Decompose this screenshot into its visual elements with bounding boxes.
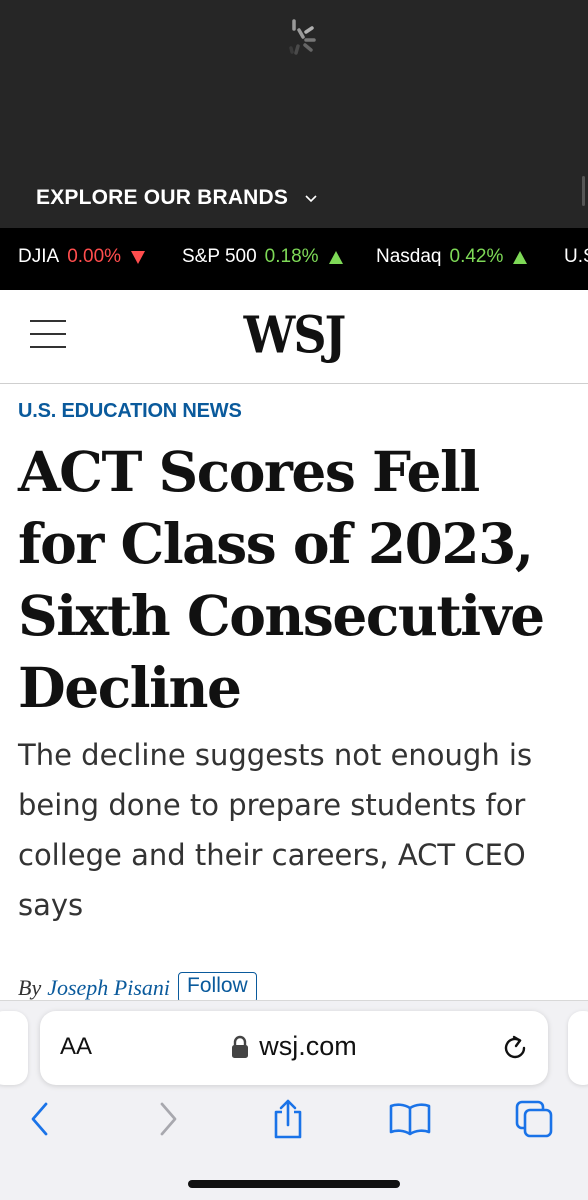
ticker-item-djia[interactable]: DJIA 0.00% [18, 246, 146, 268]
ticker-name: Nasdaq [376, 246, 442, 267]
chevron-down-icon [305, 195, 317, 203]
forward-button[interactable] [146, 1097, 190, 1141]
ticker-name: U.S [564, 246, 588, 267]
chevron-left-icon [31, 1102, 48, 1136]
ticker-item-us[interactable]: U.S [564, 246, 588, 268]
tabs-button[interactable] [512, 1097, 556, 1141]
explore-brands-label: EXPLORE OUR BRANDS [36, 186, 289, 209]
book-icon [389, 1103, 431, 1136]
brand-banner: EXPLORE OUR BRANDS [0, 0, 588, 228]
home-indicator[interactable] [188, 1180, 400, 1188]
chevron-right-icon [160, 1102, 177, 1136]
arrow-down-icon [131, 250, 146, 264]
reload-icon[interactable] [500, 1033, 530, 1063]
browser-toolbar: AA wsj.com [0, 1000, 588, 1200]
url-text: wsj.com [259, 1031, 357, 1061]
arrow-up-icon [513, 250, 528, 264]
back-button[interactable] [18, 1097, 62, 1141]
ticker-item-nasdaq[interactable]: Nasdaq 0.42% [376, 246, 528, 268]
navigation-toolbar [0, 1097, 588, 1147]
author-link[interactable]: Joseph Pisani [47, 975, 170, 1001]
scrollbar[interactable] [582, 176, 585, 206]
tabs-icon [515, 1100, 553, 1138]
arrow-up-icon [328, 250, 343, 264]
url-display[interactable]: wsj.com [40, 1031, 548, 1062]
ticker-name: DJIA [18, 246, 60, 267]
ticker-value: 0.42% [449, 246, 504, 267]
ticker-value: 0.18% [264, 246, 319, 267]
follow-button[interactable]: Follow [178, 972, 257, 1003]
byline: By Joseph Pisani Follow [18, 972, 257, 1003]
share-button[interactable] [266, 1097, 310, 1141]
article-headline: ACT Scores Fell for Class of 2023, Sixth… [18, 439, 545, 720]
ticker-name: S&P 500 [182, 246, 257, 267]
site-header: WSJ [0, 290, 588, 384]
bookmarks-button[interactable] [388, 1097, 432, 1141]
next-tab-peek[interactable] [568, 1011, 588, 1085]
article-dek: The decline suggests not enough is being… [18, 738, 533, 922]
article-category-link[interactable]: U.S. EDUCATION NEWS [18, 400, 242, 423]
byline-prefix: By [18, 974, 42, 1000]
wsj-logo[interactable]: WSJ [0, 305, 588, 364]
market-ticker[interactable]: DJIA 0.00% S&P 500 0.18% Nasdaq 0.42% U.… [0, 228, 588, 290]
address-bar[interactable]: AA wsj.com [40, 1011, 548, 1085]
share-icon [274, 1099, 302, 1139]
ticker-value: 0.00% [67, 246, 122, 267]
explore-brands-dropdown[interactable]: EXPLORE OUR BRANDS [36, 186, 318, 210]
lock-icon [232, 1035, 249, 1058]
loading-spinner-icon [289, 19, 316, 55]
previous-tab-peek[interactable] [0, 1011, 28, 1085]
ticker-item-sp500[interactable]: S&P 500 0.18% [182, 246, 343, 268]
